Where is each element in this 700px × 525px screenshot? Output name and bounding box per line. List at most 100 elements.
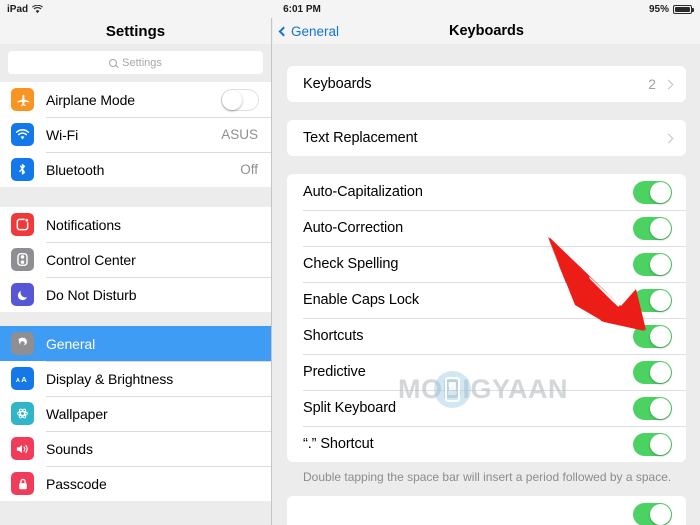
row-split-keyboard[interactable]: Split Keyboard bbox=[287, 390, 686, 426]
keyboard-options-footnote: Double tapping the space bar will insert… bbox=[303, 470, 672, 484]
page-title: Keyboards bbox=[449, 23, 524, 39]
detail-spacer bbox=[273, 44, 700, 66]
row-enable-caps-lock[interactable]: Enable Caps Lock bbox=[287, 282, 686, 318]
passcode-icon bbox=[11, 472, 34, 495]
row-period-shortcut[interactable]: “.” Shortcut bbox=[287, 426, 686, 462]
sidebar-group-notifications: Notifications Control Center Do Not Dist… bbox=[0, 207, 271, 312]
search-placeholder: Settings bbox=[122, 56, 162, 69]
row-label: Auto-Correction bbox=[303, 220, 404, 236]
sidebar-item-sounds[interactable]: Sounds bbox=[0, 431, 271, 466]
split-keyboard-toggle[interactable] bbox=[633, 396, 672, 420]
check-spelling-toggle[interactable] bbox=[633, 252, 672, 276]
sidebar-item-label: Display & Brightness bbox=[46, 370, 174, 387]
auto-capitalization-toggle[interactable] bbox=[633, 180, 672, 204]
moon-icon bbox=[11, 283, 34, 306]
row-label: Auto-Capitalization bbox=[303, 184, 423, 200]
row-label: Enable Caps Lock bbox=[303, 292, 420, 308]
sidebar-item-label: Sounds bbox=[46, 440, 93, 457]
sidebar-item-general[interactable]: General bbox=[0, 326, 271, 361]
sidebar-group-connectivity: Airplane Mode Wi-Fi ASUS Bluetooth Off bbox=[0, 82, 271, 187]
search-icon bbox=[109, 58, 118, 67]
row-keyboards[interactable]: Keyboards 2 bbox=[287, 66, 686, 102]
row-label: Shortcuts bbox=[303, 328, 364, 344]
ipad-settings-screen: iPad 6:01 PM 95% Settings Settings Airpl… bbox=[0, 0, 700, 525]
sidebar-item-label: Airplane Mode bbox=[46, 91, 135, 108]
gear-icon bbox=[11, 332, 34, 355]
partial-row-toggle[interactable] bbox=[633, 502, 672, 525]
status-bar-center: 6:01 PM bbox=[0, 4, 700, 15]
row-auto-capitalization[interactable]: Auto-Capitalization bbox=[287, 174, 686, 210]
detail-spacer bbox=[273, 156, 700, 174]
keyboards-count: 2 bbox=[648, 76, 656, 92]
row-label: Keyboards bbox=[303, 76, 372, 92]
sidebar-group-general: General AA Display & Brightness Wallpape… bbox=[0, 326, 271, 501]
clock: 6:01 PM bbox=[283, 3, 321, 15]
sidebar-item-passcode[interactable]: Passcode bbox=[0, 466, 271, 501]
sidebar-item-label: Wi-Fi bbox=[46, 126, 79, 143]
battery-icon bbox=[673, 4, 694, 14]
sidebar-item-bluetooth[interactable]: Bluetooth Off bbox=[0, 152, 271, 187]
search-container: Settings bbox=[0, 44, 271, 82]
chevron-right-icon bbox=[663, 79, 674, 89]
sidebar-item-label: Control Center bbox=[46, 251, 136, 268]
row-label: Check Spelling bbox=[303, 256, 399, 272]
wallpaper-icon bbox=[11, 402, 34, 425]
wifi-network-value: ASUS bbox=[221, 127, 258, 142]
display-brightness-icon: AA bbox=[11, 367, 34, 390]
sidebar-item-control-center[interactable]: Control Center bbox=[0, 242, 271, 277]
predictive-toggle[interactable] bbox=[633, 360, 672, 384]
sidebar-item-label: Passcode bbox=[46, 475, 107, 492]
enable-caps-lock-toggle[interactable] bbox=[633, 288, 672, 312]
sidebar-item-label: Bluetooth bbox=[46, 161, 105, 178]
sidebar-item-do-not-disturb[interactable]: Do Not Disturb bbox=[0, 277, 271, 312]
chevron-right-icon bbox=[663, 133, 674, 143]
shortcuts-toggle[interactable] bbox=[633, 324, 672, 348]
detail-spacer bbox=[273, 102, 700, 120]
period-shortcut-toggle[interactable] bbox=[633, 432, 672, 456]
row-check-spelling[interactable]: Check Spelling bbox=[287, 246, 686, 282]
row-text-replacement[interactable]: Text Replacement bbox=[287, 120, 686, 156]
bluetooth-icon bbox=[11, 158, 34, 181]
row-label: “.” Shortcut bbox=[303, 436, 374, 452]
sounds-icon bbox=[11, 437, 34, 460]
sidebar-header: Settings bbox=[0, 18, 271, 44]
notifications-icon bbox=[11, 213, 34, 236]
sidebar-divider bbox=[0, 312, 271, 326]
row-partial[interactable] bbox=[287, 496, 686, 525]
row-shortcuts[interactable]: Shortcuts bbox=[287, 318, 686, 354]
airplane-icon bbox=[11, 88, 34, 111]
auto-correction-toggle[interactable] bbox=[633, 216, 672, 240]
sidebar-item-label: Wallpaper bbox=[46, 405, 108, 422]
bluetooth-state-value: Off bbox=[240, 162, 258, 177]
wifi-icon bbox=[11, 123, 34, 146]
airplane-mode-toggle[interactable] bbox=[221, 88, 259, 111]
sidebar-item-wallpaper[interactable]: Wallpaper bbox=[0, 396, 271, 431]
next-card-partial bbox=[287, 496, 686, 525]
svg-text:A: A bbox=[21, 375, 27, 384]
sidebar-item-label: Notifications bbox=[46, 216, 121, 233]
sidebar-item-label: General bbox=[46, 335, 96, 352]
keyboard-options-card: Auto-Capitalization Auto-Correction Chec… bbox=[287, 174, 686, 462]
sidebar-title: Settings bbox=[105, 22, 166, 40]
sidebar-item-wifi[interactable]: Wi-Fi ASUS bbox=[0, 117, 271, 152]
sidebar-item-label: Do Not Disturb bbox=[46, 286, 137, 303]
sidebar-item-airplane-mode[interactable]: Airplane Mode bbox=[0, 82, 271, 117]
navigation-bar: General Keyboards bbox=[273, 18, 700, 44]
row-label: Predictive bbox=[303, 364, 366, 380]
row-auto-correction[interactable]: Auto-Correction bbox=[287, 210, 686, 246]
detail-spacer bbox=[273, 485, 700, 496]
keyboards-card: Keyboards 2 bbox=[287, 66, 686, 102]
sidebar-item-notifications[interactable]: Notifications bbox=[0, 207, 271, 242]
sidebar-item-display-brightness[interactable]: AA Display & Brightness bbox=[0, 361, 271, 396]
row-label: Text Replacement bbox=[303, 130, 418, 146]
row-predictive[interactable]: Predictive bbox=[287, 354, 686, 390]
sidebar-divider bbox=[0, 187, 271, 207]
settings-sidebar: Settings Settings Airplane Mode Wi-Fi AS… bbox=[0, 18, 272, 525]
keyboards-detail-panel: General Keyboards Keyboards 2 Text Repla… bbox=[273, 18, 700, 525]
row-label: Split Keyboard bbox=[303, 400, 396, 416]
control-center-icon bbox=[11, 248, 34, 271]
svg-text:A: A bbox=[15, 377, 19, 383]
status-bar: iPad 6:01 PM 95% bbox=[0, 0, 700, 18]
text-replacement-card: Text Replacement bbox=[287, 120, 686, 156]
search-input[interactable]: Settings bbox=[8, 51, 263, 74]
